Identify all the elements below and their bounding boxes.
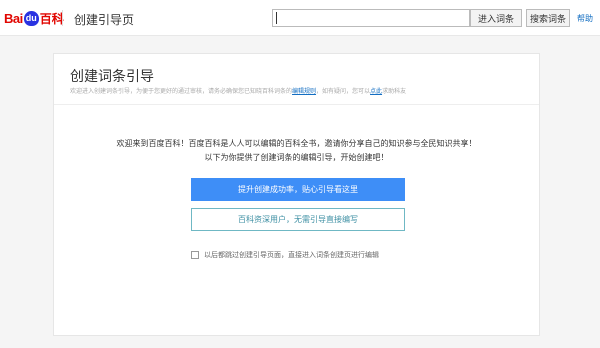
subtitle-text-post: 求助科友: [382, 89, 407, 95]
text-cursor: [276, 12, 277, 24]
subtitle-text-mid: ，如有疑问，您可以: [316, 89, 371, 95]
card-title: 创建词条引导: [70, 68, 154, 84]
logo-baike-text: 百科: [39, 11, 64, 26]
card-divider: [54, 104, 539, 105]
click-here-link[interactable]: 点此: [370, 89, 382, 95]
guided-create-button[interactable]: 提升创建成功率，贴心引导看这里: [191, 178, 405, 201]
card-subtitle: 欢迎进入创建词条引导，为便于您更好的通过审核，请务必确保您已知晓百科词条的编辑规…: [70, 86, 406, 95]
top-bar: Bai du 百科 创建引导页 进入词条 搜索词条 帮助: [0, 0, 600, 36]
welcome-message: 欢迎来到百度百科！百度百科是人人可以编辑的百科全书，邀请你分享自己的知识参与全民…: [54, 137, 539, 165]
enter-entry-button[interactable]: 进入词条: [470, 9, 522, 27]
paw-icon: du: [23, 10, 39, 26]
baidu-baike-logo[interactable]: Bai du 百科: [4, 9, 64, 27]
search-input[interactable]: [272, 9, 470, 27]
subtitle-text-pre: 欢迎进入创建词条引导，为便于您更好的通过审核，请务必确保您已知晓百科词条的: [70, 89, 293, 95]
welcome-line-2: 以下为你提供了创建词条的编辑引导，开始创建吧！: [204, 153, 389, 162]
page-title: 创建引导页: [74, 13, 135, 27]
search-entry-button[interactable]: 搜索词条: [526, 9, 570, 27]
direct-edit-button[interactable]: 百科资深用户，无需引导直接编写: [191, 208, 405, 231]
skip-guide-checkbox[interactable]: [191, 251, 199, 259]
skip-guide-label[interactable]: 以后都跳过创建引导页面，直接进入词条创建页进行编辑: [204, 250, 379, 260]
logo-divider: [62, 10, 63, 26]
help-link[interactable]: 帮助: [577, 13, 593, 24]
logo-bai-text: Bai: [4, 10, 23, 26]
welcome-line-1: 欢迎来到百度百科！百度百科是人人可以编辑的百科全书，邀请你分享自己的知识参与全民…: [116, 139, 477, 148]
edit-rules-link[interactable]: 编辑规则: [292, 89, 316, 95]
guide-card: 创建词条引导 欢迎进入创建词条引导，为便于您更好的通过审核，请务必确保您已知晓百…: [53, 53, 540, 336]
